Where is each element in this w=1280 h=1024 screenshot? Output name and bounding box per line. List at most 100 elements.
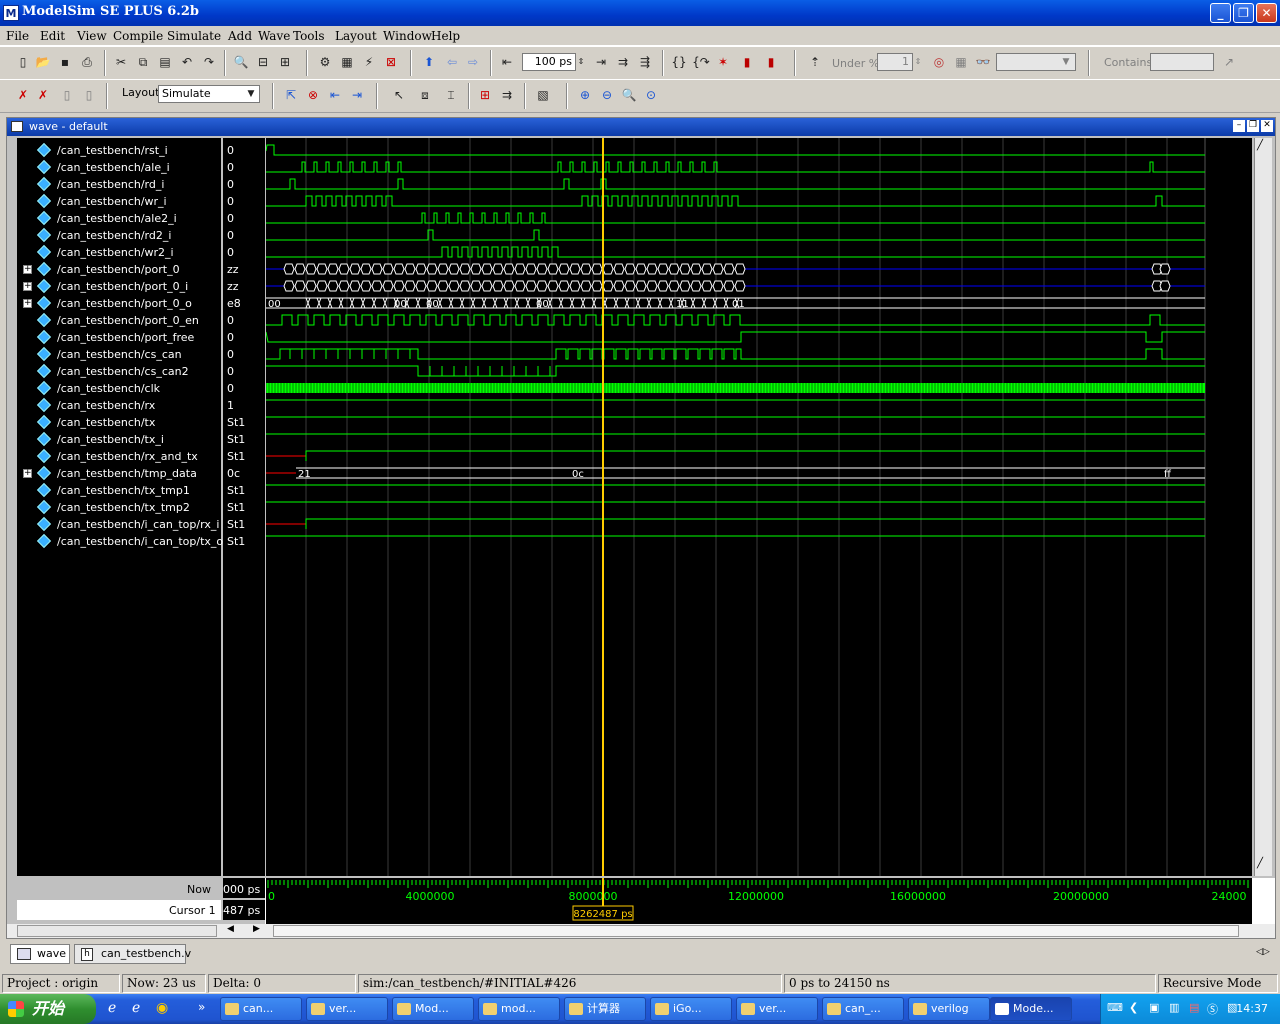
zoom-cursor-icon[interactable]: ⊙	[642, 86, 660, 104]
collapse-icon[interactable]: ⊟	[254, 53, 272, 71]
time-ruler[interactable]: 0 4000000 8000000 12000000 16000000 20000000 2…	[266, 878, 1252, 924]
menu-compile[interactable]: Compile	[113, 29, 163, 43]
under-spinner[interactable]: ⇕	[913, 53, 923, 71]
panel-close-button[interactable]: ✕	[1261, 120, 1273, 132]
wave-pane-scroll[interactable]	[273, 925, 1239, 937]
name-pane-scroll[interactable]	[17, 925, 217, 937]
dataflow-icon[interactable]: ⊞	[476, 86, 494, 104]
zoom-out-icon[interactable]: ⊖	[598, 86, 616, 104]
save-icon[interactable]: ▪	[56, 53, 74, 71]
scroll-up-icon[interactable]: ╱	[1257, 140, 1263, 151]
ie-icon[interactable]: ℯ	[108, 1000, 116, 1016]
menu-edit[interactable]: Edit	[40, 29, 65, 43]
cursor-delete-icon[interactable]: ⊗	[304, 86, 322, 104]
delete-icon[interactable]: ✗	[34, 86, 52, 104]
cut-icon[interactable]: ✂	[112, 53, 130, 71]
tray-ime-icon[interactable]: Ⓢ	[1207, 1001, 1218, 1017]
quicklaunch-more-icon[interactable]: »	[198, 1000, 205, 1014]
tab-can-testbench[interactable]: h can_testbench.v	[74, 944, 191, 964]
taskbar-task[interactable]: 计算器	[564, 997, 646, 1021]
taskbar-task[interactable]: iGo...	[650, 997, 732, 1021]
stop-icon[interactable]: ✶	[714, 53, 732, 71]
taskbar-task[interactable]: can...	[220, 997, 302, 1021]
next-edge-icon[interactable]: ⇥	[348, 86, 366, 104]
zoom-full-icon[interactable]: 🔍	[620, 86, 638, 104]
panel-minimize-button[interactable]: –	[1233, 120, 1245, 132]
signal-row[interactable]: /can_testbench/clk	[17, 380, 221, 397]
maximize-button[interactable]: ❐	[1233, 3, 1254, 23]
signal-row[interactable]: /can_testbench/wr2_i	[17, 244, 221, 261]
menu-simulate[interactable]: Simulate	[167, 29, 221, 43]
menu-wave[interactable]: Wave	[258, 29, 290, 43]
cursor-1-label[interactable]: Cursor 1	[169, 904, 216, 917]
menu-file[interactable]: File	[6, 29, 29, 43]
signal-row[interactable]: /can_testbench/i_can_top/rx_i	[17, 516, 221, 533]
contains-input[interactable]	[1150, 53, 1214, 71]
signal-row[interactable]: /can_testbench/tx_i	[17, 431, 221, 448]
undo-icon[interactable]: ↶	[178, 53, 196, 71]
signal-row[interactable]: /can_testbench/i_can_top/tx_o	[17, 533, 223, 550]
continue-icon[interactable]: ⇉	[614, 53, 632, 71]
tray-expand-icon[interactable]: ❮	[1129, 1001, 1138, 1014]
break-icon[interactable]: ⊠	[382, 53, 400, 71]
signal-row[interactable]: /can_testbench/wr_i	[17, 193, 221, 210]
scroll-down-icon[interactable]: ╱	[1257, 858, 1263, 869]
keyboard-icon[interactable]: ⌨	[1107, 1001, 1123, 1014]
coverage-icon[interactable]: ⇡	[806, 53, 824, 71]
step-over-icon[interactable]: {↷	[692, 53, 710, 71]
taskbar-task[interactable]: Mode...	[990, 997, 1072, 1021]
taskbar-task[interactable]: verilog	[908, 997, 990, 1021]
back-icon[interactable]: ⇦	[443, 53, 461, 71]
modelsim-icon[interactable]: M	[3, 5, 19, 21]
tray-network-icon[interactable]: ▥	[1169, 1001, 1179, 1014]
paste-icon[interactable]: ▤	[156, 53, 174, 71]
signal-row[interactable]: /can_testbench/rx_and_tx	[17, 448, 221, 465]
filter-icon[interactable]: ▦	[952, 53, 970, 71]
taskbar-task[interactable]: mod...	[478, 997, 560, 1021]
panel-undock-button[interactable]: ❐	[1247, 120, 1259, 132]
signal-row[interactable]: /can_testbench/port_free	[17, 329, 221, 346]
chevron-down-icon[interactable]: ▼	[1058, 53, 1074, 71]
wave-compare-icon[interactable]: ▧	[534, 86, 552, 104]
expand-plus-icon[interactable]: +	[23, 265, 32, 274]
memory-icon[interactable]: ▮	[762, 53, 780, 71]
blank-page-icon[interactable]: ▯	[58, 86, 76, 104]
delete-all-icon[interactable]: ✗	[14, 86, 32, 104]
tray-security-icon[interactable]: ▤	[1189, 1001, 1199, 1014]
compile-all-icon[interactable]: ▦	[338, 53, 356, 71]
new-file-icon[interactable]: ▯	[14, 53, 32, 71]
signal-row[interactable]: + /can_testbench/port_0	[17, 261, 221, 278]
zoom-mode-icon[interactable]: ⧈	[416, 86, 434, 104]
taskbar-task[interactable]: Mod...	[392, 997, 474, 1021]
taskbar-task[interactable]: can_...	[822, 997, 904, 1021]
signal-row[interactable]: /can_testbench/rd2_i	[17, 227, 221, 244]
performance-icon[interactable]: ▮	[738, 53, 756, 71]
simulate-icon[interactable]: ⚡	[360, 53, 378, 71]
run-length-spinner[interactable]: ⇕	[576, 53, 586, 71]
signal-row[interactable]: /can_testbench/port_0_en	[17, 312, 221, 329]
minimize-button[interactable]: _	[1210, 3, 1231, 23]
find-icon[interactable]: 🔍	[232, 53, 250, 71]
expand-plus-icon[interactable]: +	[23, 469, 32, 478]
copy-icon[interactable]: ⧉	[134, 53, 152, 71]
run-icon[interactable]: ⇥	[592, 53, 610, 71]
signal-row[interactable]: /can_testbench/ale_i	[17, 159, 221, 176]
signal-row[interactable]: /can_testbench/tx_tmp2	[17, 499, 221, 516]
signal-row[interactable]: /can_testbench/rst_i	[17, 142, 221, 159]
scroll-left-icon[interactable]: ◀	[227, 924, 234, 934]
signal-row[interactable]: + /can_testbench/tmp_data	[17, 465, 221, 482]
signal-row[interactable]: /can_testbench/rd_i	[17, 176, 221, 193]
scroll-right-icon[interactable]: ▶	[253, 924, 260, 934]
waveform-canvas[interactable]: 00 00 00 00 11 01 21 0c ff	[265, 138, 1252, 876]
binoculars-icon[interactable]: 👓	[974, 53, 992, 71]
vertical-scrollbar[interactable]: ╱ ╱	[1254, 138, 1272, 876]
clear-filter-icon[interactable]: ↗	[1220, 53, 1238, 71]
expand-plus-icon[interactable]: +	[23, 282, 32, 291]
taskbar-task[interactable]: ver...	[736, 997, 818, 1021]
redo-icon[interactable]: ↷	[200, 53, 218, 71]
menu-layout[interactable]: Layout	[335, 29, 377, 43]
tab-scroll-icon[interactable]: ◁▷	[1256, 947, 1270, 957]
signal-row[interactable]: + /can_testbench/port_0_o	[17, 295, 221, 312]
menu-window[interactable]: Window	[383, 29, 432, 43]
waveform-pane[interactable]: 00 00 00 00 11 01 21 0c ff	[265, 138, 1252, 876]
